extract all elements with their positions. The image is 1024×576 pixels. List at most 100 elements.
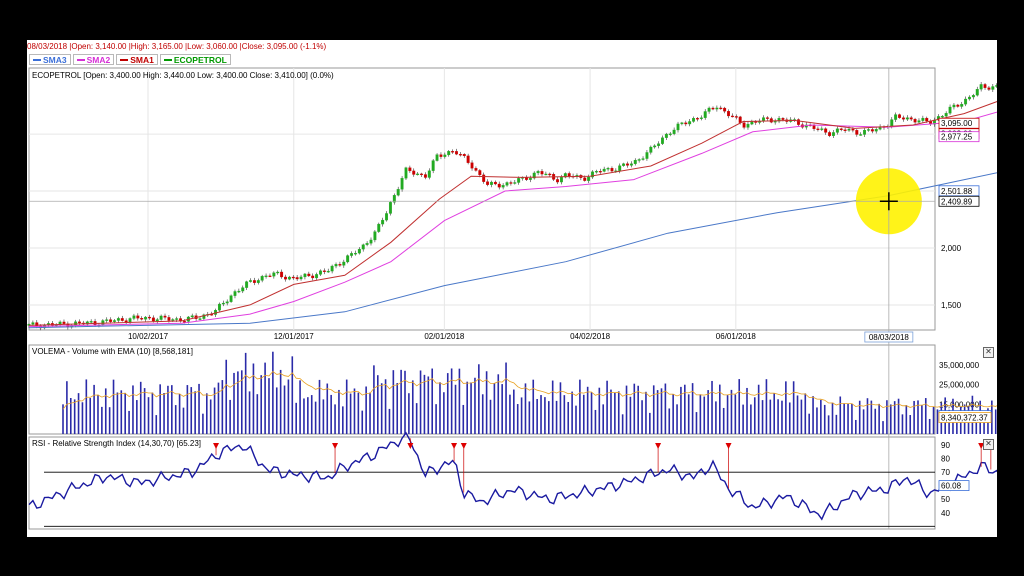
candle-body xyxy=(626,163,629,166)
candle-body xyxy=(404,167,408,179)
candle-body xyxy=(163,315,167,318)
volume-bar xyxy=(353,388,356,434)
volume-bar xyxy=(773,393,776,434)
volume-bar xyxy=(392,370,395,434)
volume-bar xyxy=(847,403,849,434)
candle-body xyxy=(377,223,381,232)
candle-body xyxy=(148,316,151,319)
candle-body xyxy=(540,171,544,175)
candle-body xyxy=(287,276,291,280)
volume-bar xyxy=(435,404,437,434)
price-pane xyxy=(28,67,936,331)
candle-body xyxy=(727,111,730,117)
candle-body xyxy=(423,174,427,178)
candle-body xyxy=(412,170,416,175)
volume-bar xyxy=(808,413,810,434)
volume-bar xyxy=(163,393,165,434)
volume-bar xyxy=(225,359,228,434)
rsi-pane xyxy=(28,436,936,530)
volume-bar xyxy=(322,399,325,434)
candle xyxy=(948,104,952,115)
volume-bar xyxy=(174,405,177,434)
candle-body xyxy=(62,321,66,324)
candle-body xyxy=(144,316,148,320)
volume-bar xyxy=(376,375,379,434)
volume-bar xyxy=(229,399,231,434)
volume-bar xyxy=(415,403,418,434)
volume-bar xyxy=(205,393,208,434)
candle-body xyxy=(699,117,703,119)
volume-bar xyxy=(252,363,255,434)
candle-body xyxy=(765,117,769,119)
candle-body xyxy=(995,85,997,87)
volume-bar xyxy=(248,391,251,434)
candle-body xyxy=(501,185,505,188)
candle-body xyxy=(863,129,867,135)
price-value-label: 2,501.88 xyxy=(941,187,973,196)
candle-body xyxy=(536,171,540,174)
candle-body xyxy=(338,264,342,266)
volume-bar xyxy=(474,377,476,434)
candle-body xyxy=(587,176,591,181)
volume-bar xyxy=(606,380,608,434)
volume-bar xyxy=(295,402,297,434)
candle-body xyxy=(556,179,559,183)
candle-body xyxy=(462,154,466,157)
chart-window: 08/03/2018 |Open: 3,140.00 |High: 3,165.… xyxy=(27,40,997,537)
volume-bar xyxy=(905,405,908,434)
candle-body xyxy=(851,128,855,131)
candle-body xyxy=(388,202,392,214)
volume-bar xyxy=(505,362,507,434)
volume-bar xyxy=(777,399,779,434)
candle-body xyxy=(245,281,249,288)
candle-body xyxy=(684,122,688,125)
candle-body xyxy=(233,291,237,296)
volume-bar xyxy=(124,392,126,434)
candle xyxy=(971,93,975,100)
candle-body xyxy=(649,146,653,153)
candle-body xyxy=(715,107,719,110)
volume-bar xyxy=(726,395,729,434)
candle-body xyxy=(781,118,785,120)
candle-body xyxy=(221,302,225,305)
volume-bar xyxy=(614,392,616,434)
candle-body xyxy=(517,178,521,183)
candle-body xyxy=(544,173,548,176)
candle-body xyxy=(645,152,649,159)
volume-close-icon[interactable]: ✕ xyxy=(983,347,994,358)
candle-body xyxy=(151,317,155,322)
candle-body xyxy=(369,239,373,244)
candle-body xyxy=(859,134,863,136)
candle-body xyxy=(816,128,820,131)
candle-body xyxy=(396,189,400,196)
rsi-pane-title: RSI - Relative Strength Index (14,30,70)… xyxy=(32,439,201,448)
candle xyxy=(975,86,979,97)
volume-bar xyxy=(524,383,527,434)
volume-bar xyxy=(823,404,826,434)
candle-body xyxy=(812,125,816,130)
candle-body xyxy=(509,182,513,184)
candle xyxy=(968,95,971,101)
volume-bar xyxy=(559,382,562,434)
rsi-close-icon[interactable]: ✕ xyxy=(983,439,994,450)
price-value-label: 2,409.89 xyxy=(941,197,973,206)
volume-bar xyxy=(691,383,694,434)
chart-canvas[interactable]: 1,5002,0002,5003,00010/02/201712/01/2017… xyxy=(27,40,997,537)
candle-body xyxy=(637,159,641,161)
volume-bar xyxy=(804,393,807,434)
volume-bar xyxy=(703,396,706,434)
volume-bar xyxy=(781,400,783,434)
volume-bar xyxy=(147,397,150,434)
candle-body xyxy=(319,270,322,275)
candle-body xyxy=(241,287,245,292)
volume-bar xyxy=(792,381,795,434)
candle-body xyxy=(474,168,478,171)
volume-bar xyxy=(159,384,161,434)
volume-bar xyxy=(384,379,387,434)
candle-body xyxy=(602,168,606,172)
candle-body xyxy=(843,129,847,131)
volume-bar xyxy=(788,402,791,434)
volume-bar xyxy=(388,408,391,434)
candle-body xyxy=(140,318,144,320)
volume-bar xyxy=(831,402,834,434)
